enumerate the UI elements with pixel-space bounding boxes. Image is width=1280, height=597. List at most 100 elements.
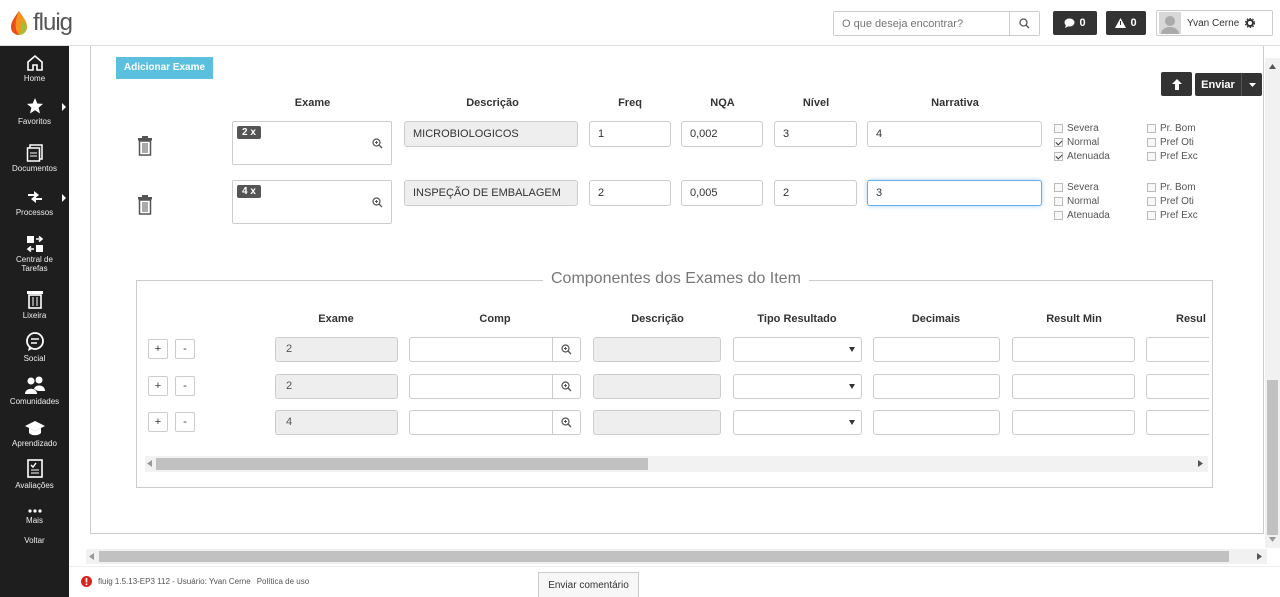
exam-tag[interactable]: 2 x bbox=[237, 126, 261, 139]
sidebar-item-learning[interactable]: Aprendizado bbox=[0, 419, 69, 448]
checkbox[interactable] bbox=[1147, 152, 1156, 161]
checkbox[interactable] bbox=[1054, 152, 1063, 161]
sidebar-item-communities[interactable]: Comunidades bbox=[0, 375, 69, 406]
exam-search-button[interactable] bbox=[364, 121, 390, 165]
add-row-button[interactable]: + bbox=[148, 339, 168, 359]
comp-search-button[interactable] bbox=[552, 374, 581, 399]
decimals-field[interactable] bbox=[873, 374, 1000, 399]
comp-search-button[interactable] bbox=[552, 410, 581, 435]
sidebar-item-processes[interactable]: Processos bbox=[0, 188, 69, 217]
remove-row-button[interactable]: - bbox=[175, 412, 195, 432]
checkbox[interactable] bbox=[1054, 183, 1063, 192]
nqa-field[interactable]: 0,005 bbox=[681, 180, 763, 206]
fluig-logo[interactable]: fluig bbox=[8, 6, 73, 40]
search-button[interactable] bbox=[1009, 12, 1039, 35]
messages-badge[interactable]: 0 bbox=[1053, 11, 1097, 35]
add-row-button[interactable]: + bbox=[148, 412, 168, 432]
nivel-field[interactable]: 3 bbox=[774, 121, 857, 147]
sidebar-item-trash[interactable]: Lixeira bbox=[0, 289, 69, 320]
exam-search-button[interactable] bbox=[364, 180, 390, 224]
checkbox-severa[interactable]: Severa bbox=[1054, 123, 1099, 134]
freq-field[interactable]: 2 bbox=[589, 180, 671, 206]
checkbox-severa[interactable]: Severa bbox=[1054, 182, 1099, 193]
remove-row-button[interactable]: - bbox=[175, 339, 195, 359]
sidebar-item-social[interactable]: Social bbox=[0, 332, 69, 363]
exam-tag[interactable]: 4 x bbox=[237, 185, 261, 198]
page-vertical-scrollbar[interactable] bbox=[1265, 58, 1280, 548]
trash-icon bbox=[138, 195, 152, 215]
policy-link[interactable]: Política de uso bbox=[257, 577, 309, 586]
comp-field[interactable] bbox=[409, 410, 553, 435]
comp-search-button[interactable] bbox=[552, 337, 581, 362]
checkbox-atenuada[interactable]: Atenuada bbox=[1054, 210, 1110, 221]
components-horizontal-scrollbar[interactable] bbox=[145, 456, 1208, 472]
checkbox-normal[interactable]: Normal bbox=[1054, 137, 1099, 148]
delete-row-button[interactable] bbox=[137, 136, 153, 156]
checkbox[interactable] bbox=[1147, 197, 1156, 206]
add-row-button[interactable]: + bbox=[148, 376, 168, 396]
result-type-select[interactable] bbox=[733, 374, 862, 399]
freq-field[interactable]: 1 bbox=[589, 121, 671, 147]
checkbox-pref-oti[interactable]: Pref Oti bbox=[1147, 137, 1194, 148]
scroll-top-button[interactable] bbox=[1161, 72, 1192, 96]
checkbox[interactable] bbox=[1054, 124, 1063, 133]
checkbox[interactable] bbox=[1147, 211, 1156, 220]
result-max-field[interactable] bbox=[1146, 374, 1209, 399]
scrollbar-thumb[interactable] bbox=[156, 458, 648, 470]
search-input[interactable] bbox=[834, 12, 1009, 35]
decimals-field[interactable] bbox=[873, 410, 1000, 435]
user-name: Yvan Cerne bbox=[1187, 17, 1240, 29]
scroll-up-icon bbox=[1269, 64, 1276, 69]
result-min-field[interactable] bbox=[1012, 410, 1135, 435]
scroll-left-icon bbox=[89, 553, 94, 560]
send-comment-button[interactable]: Enviar comentário bbox=[538, 572, 639, 597]
scroll-down-icon bbox=[1269, 537, 1276, 542]
checkbox-pref-exc[interactable]: Pref Exc bbox=[1147, 151, 1198, 162]
result-max-field[interactable] bbox=[1146, 410, 1209, 435]
sidebar-item-documents[interactable]: Documentos bbox=[0, 144, 69, 173]
sidebar-item-tasks[interactable]: Central de Tarefas bbox=[0, 235, 69, 273]
checkbox-pr-bom[interactable]: Pr. Bom bbox=[1147, 123, 1196, 134]
checkbox-normal[interactable]: Normal bbox=[1054, 196, 1099, 207]
sidebar-item-more[interactable]: Mais bbox=[0, 508, 69, 525]
scrollbar-thumb[interactable] bbox=[99, 551, 1229, 562]
page-horizontal-scrollbar[interactable] bbox=[86, 549, 1267, 564]
result-min-field[interactable] bbox=[1012, 337, 1135, 362]
remove-row-button[interactable]: - bbox=[175, 376, 195, 396]
narrativa-field[interactable]: 4 bbox=[867, 121, 1042, 147]
result-type-select[interactable] bbox=[733, 410, 862, 435]
checkbox-pref-exc[interactable]: Pref Exc bbox=[1147, 210, 1198, 221]
nqa-field[interactable]: 0,002 bbox=[681, 121, 763, 147]
sidebar-item-favorites[interactable]: Favoritos bbox=[0, 97, 69, 126]
checkbox-atenuada[interactable]: Atenuada bbox=[1054, 151, 1110, 162]
checkbox[interactable] bbox=[1147, 183, 1156, 192]
sidebar-item-home[interactable]: Home bbox=[0, 54, 69, 83]
send-button[interactable]: Enviar bbox=[1195, 73, 1262, 96]
sidebar-item-back[interactable]: Voltar bbox=[0, 536, 69, 545]
comp-field[interactable] bbox=[409, 374, 553, 399]
checkbox[interactable] bbox=[1054, 197, 1063, 206]
send-dropdown-toggle[interactable] bbox=[1242, 82, 1262, 87]
delete-row-button[interactable] bbox=[137, 195, 153, 215]
checkbox[interactable] bbox=[1054, 211, 1063, 220]
trash-icon bbox=[138, 136, 152, 156]
sidebar-item-evaluations[interactable]: Avaliações bbox=[0, 459, 69, 490]
scrollbar-thumb[interactable] bbox=[1267, 380, 1278, 535]
alerts-badge[interactable]: 0 bbox=[1106, 11, 1146, 35]
decimals-field[interactable] bbox=[873, 337, 1000, 362]
user-menu[interactable]: Yvan Cerne bbox=[1156, 10, 1273, 36]
result-type-select[interactable] bbox=[733, 337, 862, 362]
add-exam-button[interactable]: Adicionar Exame bbox=[116, 57, 213, 79]
narrativa-field[interactable]: 3 bbox=[867, 180, 1042, 206]
nivel-field[interactable]: 2 bbox=[774, 180, 857, 206]
comp-field[interactable] bbox=[409, 337, 553, 362]
checkbox-pref-oti[interactable]: Pref Oti bbox=[1147, 196, 1194, 207]
checkbox[interactable] bbox=[1147, 138, 1156, 147]
home-icon bbox=[26, 54, 43, 71]
checkbox-pr-bom[interactable]: Pr. Bom bbox=[1147, 182, 1196, 193]
result-max-field[interactable] bbox=[1146, 337, 1209, 362]
result-min-field[interactable] bbox=[1012, 374, 1135, 399]
checkbox[interactable] bbox=[1054, 138, 1063, 147]
checkbox[interactable] bbox=[1147, 124, 1156, 133]
col-header-descricao: Descrição bbox=[466, 97, 519, 109]
